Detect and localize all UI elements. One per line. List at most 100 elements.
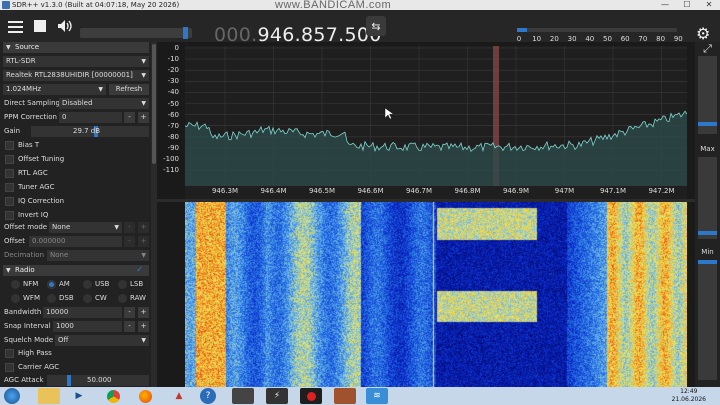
max-slider[interactable] [698,157,717,239]
snr-meter-fill [517,28,527,32]
mode-raw-label: RAW [130,294,146,302]
sdrpp-icon[interactable]: ⚡ [266,388,288,404]
snap-minus-button[interactable]: - [124,321,135,332]
fft-x-tick: 946.6M [357,187,384,195]
media-player-icon[interactable]: ▶ [68,388,90,404]
squelch-mode-select[interactable]: Off ▼ [55,335,149,346]
minimize-button[interactable]: — [654,0,676,10]
start-button[interactable] [4,388,20,404]
fft-y-tick: -50 [167,99,179,108]
rtl-agc-label: RTL AGC [18,169,48,177]
mode-dsb-radio[interactable] [47,294,56,303]
offset-plus-button[interactable]: + [138,236,149,247]
spectrum-panel[interactable]: 0 -10 -20 -30 -40 -50 -60 -70 -80 -90 -100 -110 946… [157,42,695,387]
samplerate-select[interactable]: 1.024MHz ▼ [3,84,106,95]
offset-tuning-label: Offset Tuning [18,155,65,163]
min-slider[interactable] [698,260,717,380]
tuner-agc-checkbox[interactable] [5,183,14,192]
firefox-icon[interactable] [134,388,156,404]
offset-minus-button[interactable]: - [124,236,135,247]
fft-y-tick: -20 [167,66,179,75]
help-icon[interactable]: ? [200,388,216,404]
carrier-agc-checkbox[interactable] [5,363,14,372]
archive-icon[interactable] [334,388,356,404]
mode-wfm-label: WFM [23,294,40,302]
offset-tuning-checkbox[interactable] [5,155,14,164]
invert-iq-label: Invert IQ [18,211,49,219]
gear-icon[interactable]: ⚙ [696,24,710,43]
snap-interval-input[interactable]: 1000 [53,321,122,332]
agc-attack-knob[interactable] [67,375,71,386]
rtl-agc-checkbox[interactable] [5,169,14,178]
offset-mode-minus-button[interactable]: - [124,222,135,233]
bandwidth-minus-button[interactable]: - [124,307,135,318]
direct-sampling-select[interactable]: Disabled ▼ [59,98,149,109]
vs-code-icon[interactable]: ≋ [366,388,388,404]
volume-slider-knob[interactable] [182,27,188,39]
bias-t-label: Bias T [18,141,40,149]
fft-svg [184,46,688,186]
maximize-button[interactable]: ☐ [676,0,698,10]
zoom-slider-knob[interactable] [698,122,717,126]
ppm-plus-button[interactable]: + [138,112,149,123]
mode-wfm-radio[interactable] [11,294,20,303]
device-select[interactable]: Realtek RTL2838UHIDIR [00000001] ▼ [3,70,149,81]
bias-t-checkbox[interactable] [5,141,14,150]
offset-input[interactable]: 0.000000 [29,236,122,247]
fft-y-tick: -90 [167,143,179,152]
fft-x-tick: 946.4M [260,187,287,195]
swap-icon[interactable]: ⇆ [366,16,386,36]
explorer-icon[interactable] [38,388,60,404]
mode-nfm-label: NFM [23,280,39,288]
clock-time: 12:49 [680,388,698,395]
agc-attack-slider[interactable]: 50.000 [47,375,149,386]
speaker-icon[interactable] [55,16,75,36]
terminal-icon[interactable] [232,388,254,404]
mode-cw-radio[interactable] [83,294,92,303]
chrome-icon[interactable] [102,388,124,404]
iq-correction-checkbox[interactable] [5,197,14,206]
high-pass-checkbox[interactable] [5,349,14,358]
ppm-input[interactable]: 0 [59,112,122,123]
source-type-select[interactable]: RTL-SDR ▼ [3,56,149,67]
offset-mode-plus-button[interactable]: + [138,222,149,233]
high-pass-label: High Pass [18,349,52,357]
fft-y-tick: -40 [167,88,179,97]
min-slider-knob[interactable] [698,260,717,264]
source-header[interactable]: Source [3,42,149,53]
mode-cw-label: CW [95,294,107,302]
radio-header[interactable]: Radio [3,265,149,276]
mode-am-radio[interactable] [47,280,56,289]
offset-mode-select[interactable]: None ▼ [49,222,122,233]
waterfall-display[interactable] [185,202,687,387]
snap-plus-button[interactable]: + [138,321,149,332]
system-clock[interactable]: 12:49 21.06.2026 [672,388,706,404]
mode-raw-radio[interactable] [118,294,127,303]
fft-y-tick: -30 [167,77,179,86]
max-slider-knob[interactable] [698,231,717,235]
gain-slider[interactable]: 29.7 dB [31,126,149,137]
bandwidth-label: Bandwidth [4,308,42,316]
mode-lsb-radio[interactable] [118,280,127,289]
min-label: Min [701,248,714,256]
zoom-slider[interactable] [698,56,717,134]
radio-check-icon: ✓ [136,265,144,275]
stop-button[interactable] [30,16,50,36]
invert-iq-checkbox[interactable] [5,211,14,220]
volume-slider[interactable] [80,27,192,39]
ppm-label: PPM Correction [4,113,57,121]
mode-nfm-radio[interactable] [11,280,20,289]
bandwidth-plus-button[interactable]: + [138,307,149,318]
zoom-icon[interactable]: ⤢ [695,42,720,56]
decimation-select[interactable]: None ▼ [47,250,149,261]
bandwidth-input[interactable]: 10000 [43,307,122,318]
ppm-minus-button[interactable]: - [124,112,135,123]
iq-correction-label: IQ Correction [18,197,65,205]
bandicam-icon[interactable] [300,388,322,404]
menu-icon[interactable] [5,16,27,36]
close-button[interactable]: ✕ [698,0,720,10]
refresh-button[interactable]: Refresh [109,84,149,95]
gain-value: 29.7 dB [73,127,101,135]
warning-icon[interactable]: ▲ [168,388,190,404]
mode-usb-radio[interactable] [83,280,92,289]
